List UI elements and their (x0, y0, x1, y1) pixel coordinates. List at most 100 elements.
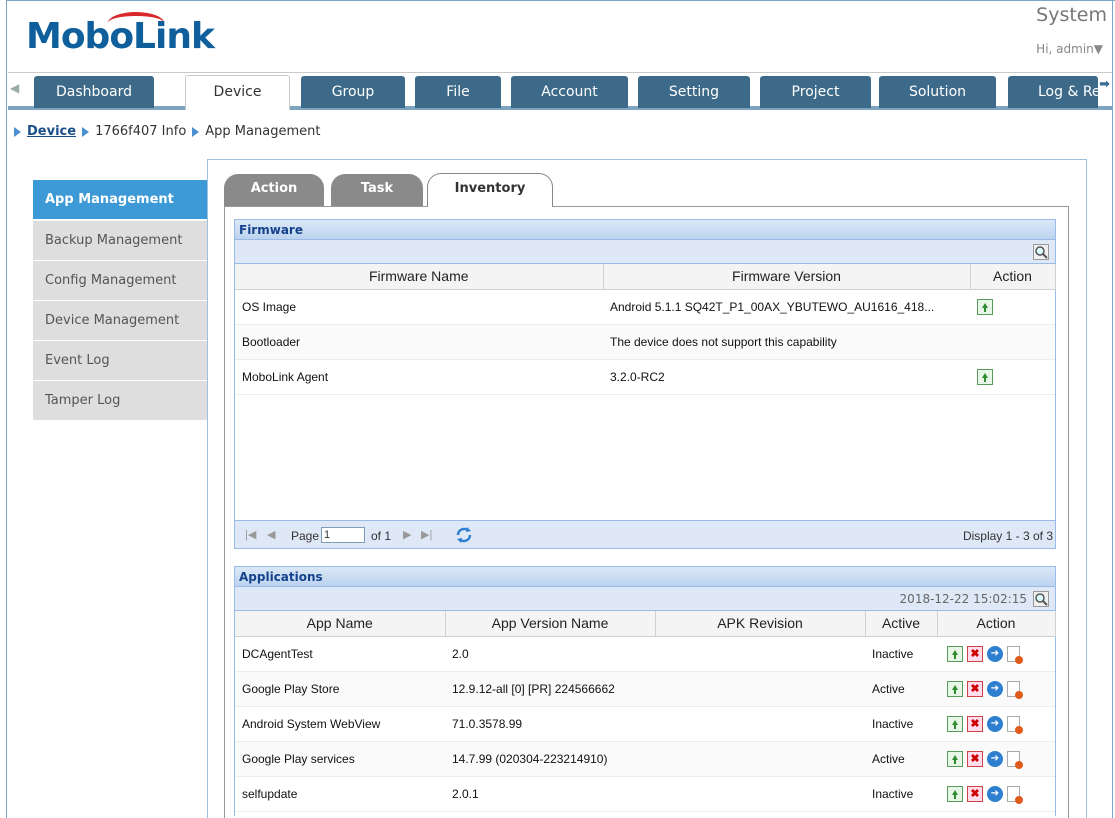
firmware-version: 3.2.0-RC2 (603, 359, 970, 395)
applications-panel: Applications 2018-12-22 15:02:15 App Nam… (234, 566, 1056, 816)
breadcrumb-current-page: App Management (205, 124, 321, 139)
page-of-label: of 1 (371, 529, 392, 543)
upgrade-icon[interactable] (947, 750, 963, 767)
tab-setting[interactable]: Setting (638, 76, 750, 108)
side-item-device-management[interactable]: Device Management (33, 301, 207, 341)
app-active-status: Active (865, 741, 937, 777)
apk-revision (655, 636, 865, 672)
firmware-table: Firmware Name Firmware Version Action OS… (235, 264, 1056, 395)
uninstall-icon[interactable]: ✖ (967, 785, 983, 802)
column-header[interactable]: Firmware Version (603, 264, 971, 290)
display-count: Display 1 - 3 of 3 (962, 529, 1053, 543)
upgrade-icon[interactable] (947, 715, 963, 732)
column-header[interactable]: Firmware Name (235, 264, 604, 290)
logo[interactable]: MoboLink (26, 16, 215, 57)
firmware-name: MoboLink Agent (235, 359, 603, 395)
clear-data-icon[interactable] (1007, 785, 1023, 804)
app-active-status: Inactive (865, 776, 937, 812)
app-version: 2.0 (445, 636, 655, 672)
side-item-event-log[interactable]: Event Log (33, 341, 207, 381)
table-row[interactable]: DCAgentTest 2.0 Inactive ✖ ➔ (235, 636, 1055, 672)
table-row[interactable]: MoboLink Agent 3.2.0-RC2 (235, 359, 1055, 395)
column-header[interactable]: App Version Name (445, 611, 656, 637)
tab-solution[interactable]: Solution (879, 76, 996, 108)
side-item-app-management[interactable]: App Management (33, 180, 207, 220)
side-item-backup-management[interactable]: Backup Management (33, 221, 207, 261)
last-updated-timestamp: 2018-12-22 15:02:15 (899, 592, 1027, 606)
launch-icon[interactable]: ➔ (987, 715, 1003, 732)
column-header[interactable]: App Name (235, 611, 446, 637)
uninstall-icon[interactable]: ✖ (967, 750, 983, 767)
uninstall-icon[interactable]: ✖ (967, 715, 983, 732)
first-page-icon[interactable]: |◀ (245, 528, 256, 541)
column-header[interactable]: APK Revision (655, 611, 866, 637)
clear-data-icon[interactable] (1007, 680, 1023, 699)
firmware-version: The device does not support this capabil… (603, 324, 970, 360)
tab-project[interactable]: Project (760, 76, 871, 108)
refresh-icon[interactable] (455, 526, 473, 544)
subtab-action[interactable]: Action (224, 174, 324, 206)
apk-revision (655, 671, 865, 707)
column-header[interactable]: Action (970, 264, 1056, 290)
prev-page-icon[interactable]: ◀ (267, 528, 275, 541)
table-row[interactable]: Android System WebView 71.0.3578.99 Inac… (235, 706, 1055, 742)
clear-data-icon[interactable] (1007, 750, 1023, 769)
table-row[interactable]: Bootloader The device does not support t… (235, 324, 1055, 360)
uninstall-icon[interactable]: ✖ (967, 645, 983, 662)
upgrade-icon[interactable] (977, 298, 993, 315)
next-page-icon[interactable]: ▶ (403, 528, 411, 541)
upgrade-icon[interactable] (947, 680, 963, 697)
uninstall-icon[interactable]: ✖ (967, 680, 983, 697)
table-row[interactable]: Google Play Store 12.9.12-all [0] [PR] 2… (235, 671, 1055, 707)
clear-data-icon[interactable] (1007, 715, 1023, 734)
app-name: selfupdate (235, 776, 445, 812)
subtab-task[interactable]: Task (331, 174, 423, 206)
launch-icon[interactable]: ➔ (987, 680, 1003, 697)
nav-scroll-right-icon[interactable]: ➡ (1099, 77, 1110, 92)
search-icon[interactable] (1033, 591, 1049, 607)
app-version: 71.0.3578.99 (445, 706, 655, 742)
table-row[interactable]: OS Image Android 5.1.1 SQ42T_P1_00AX_YBU… (235, 289, 1055, 325)
launch-icon[interactable]: ➔ (987, 750, 1003, 767)
breadcrumb-device-info: 1766f407 Info (95, 124, 187, 139)
apk-revision (655, 776, 865, 812)
tab-group[interactable]: Group (301, 76, 405, 108)
breadcrumb-device-link[interactable]: Device (27, 124, 76, 139)
subtab-inventory[interactable]: Inventory (427, 173, 553, 207)
system-title: System (1036, 4, 1107, 26)
applications-toolbar: 2018-12-22 15:02:15 (235, 587, 1055, 611)
tab-device[interactable]: Device (185, 75, 290, 110)
user-menu[interactable]: Hi, admin▼ (1036, 42, 1103, 56)
table-row[interactable]: Google Play services 14.7.99 (020304-223… (235, 741, 1055, 777)
upgrade-icon[interactable] (947, 645, 963, 662)
tab-account[interactable]: Account (511, 76, 628, 108)
app-version: 12.9.12-all [0] [PR] 224566662 (445, 671, 655, 707)
applications-panel-title: Applications (235, 567, 1055, 587)
window-left-border (0, 0, 7, 818)
table-row[interactable]: selfupdate 2.0.1 Inactive ✖ ➔ (235, 776, 1055, 812)
tab-log-report[interactable]: Log & Re (1008, 76, 1098, 108)
breadcrumb: Device 1766f407 Info App Management (14, 124, 320, 139)
side-item-tamper-log[interactable]: Tamper Log (33, 381, 207, 421)
upgrade-icon[interactable] (977, 368, 993, 385)
tab-dashboard[interactable]: Dashboard (34, 76, 154, 108)
search-icon[interactable] (1033, 244, 1049, 260)
column-header[interactable]: Active (865, 611, 938, 637)
column-header[interactable]: Action (937, 611, 1056, 637)
tab-file[interactable]: File (415, 76, 501, 108)
app-version: 2.0.1 (445, 776, 655, 812)
firmware-toolbar (235, 240, 1055, 264)
window-top-border (0, 0, 1115, 1)
nav-scroll-left-icon[interactable]: ◀ (10, 81, 19, 95)
firmware-version: Android 5.1.1 SQ42T_P1_00AX_YBUTEWO_AU16… (603, 289, 970, 325)
clear-data-icon[interactable] (1007, 645, 1023, 664)
launch-icon[interactable]: ➔ (987, 785, 1003, 802)
last-page-icon[interactable]: ▶| (421, 528, 432, 541)
launch-icon[interactable]: ➔ (987, 645, 1003, 662)
side-item-config-management[interactable]: Config Management (33, 261, 207, 301)
upgrade-icon[interactable] (947, 785, 963, 802)
page-number-input[interactable]: 1 (321, 527, 365, 543)
firmware-name: OS Image (235, 289, 603, 325)
firmware-panel-title: Firmware (235, 220, 1055, 240)
app-name: Google Play Store (235, 671, 445, 707)
